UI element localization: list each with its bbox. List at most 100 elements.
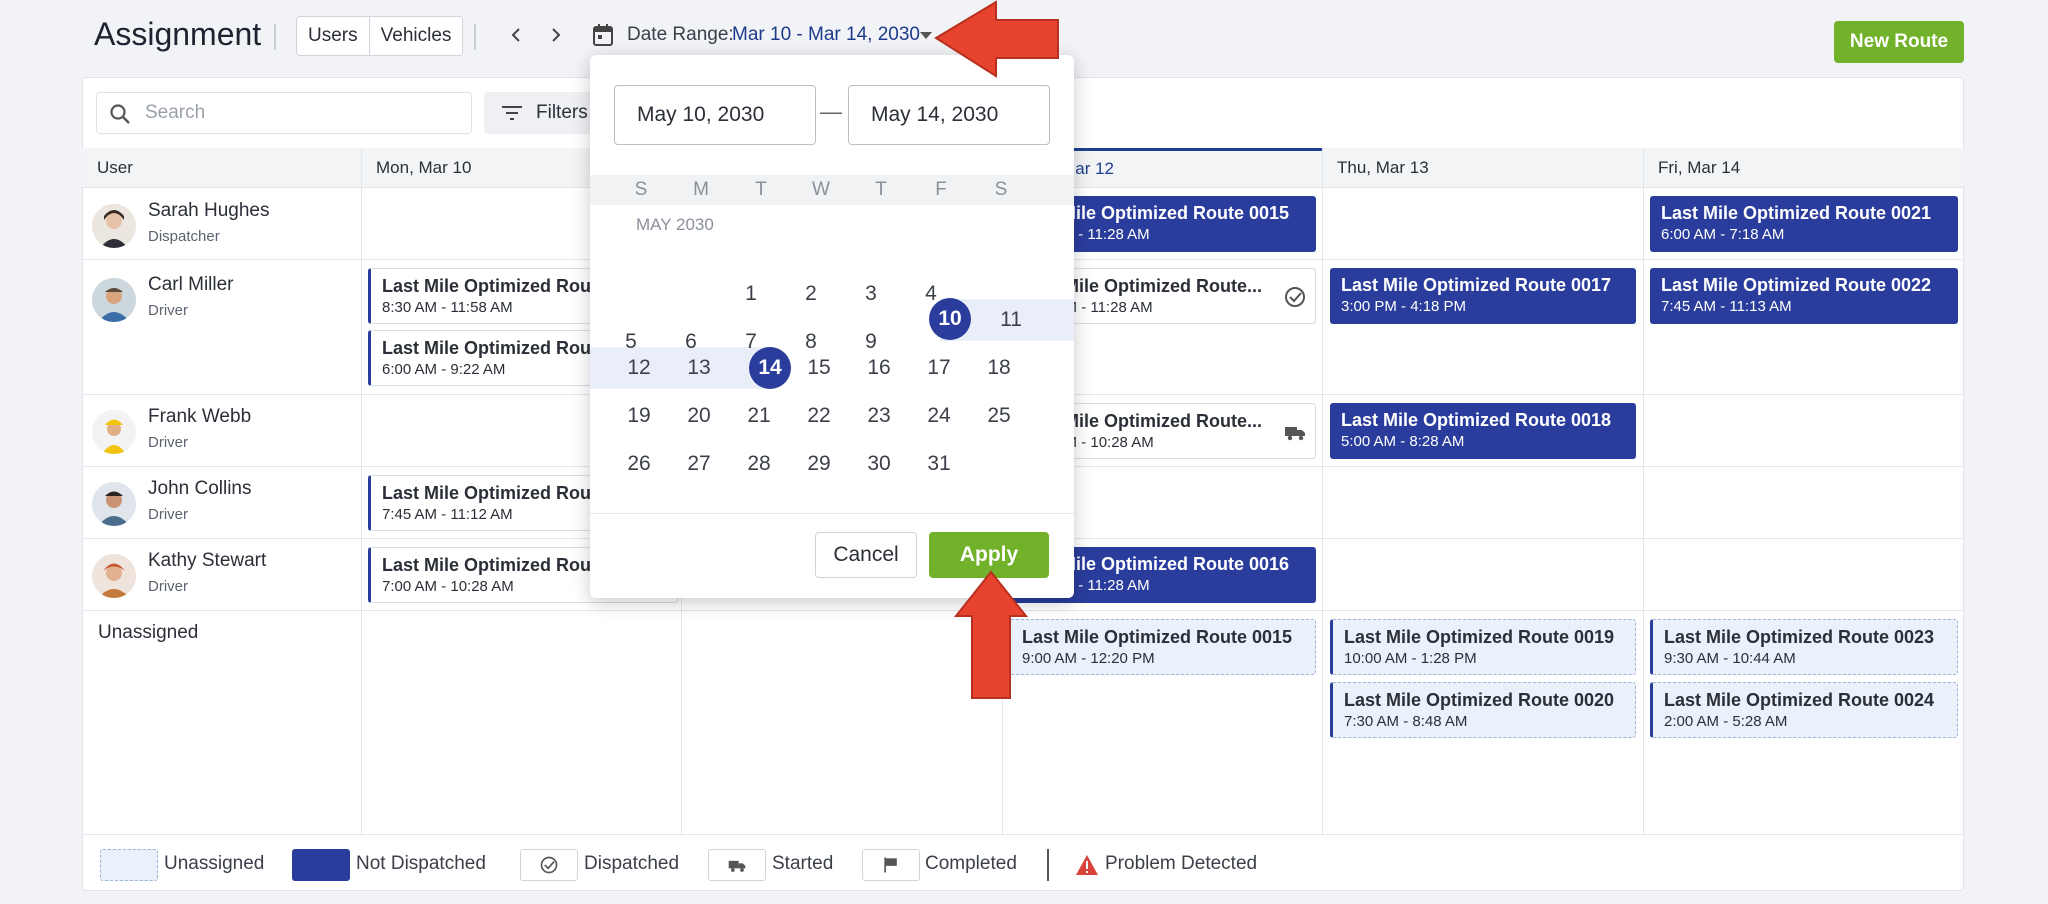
start-date-input[interactable]: May 10, 2030 xyxy=(614,85,816,145)
route-card[interactable]: Last Mile Optimized Route 0019 10:00 AM -… xyxy=(1330,619,1636,675)
unassigned-row-label: Unassigned xyxy=(98,622,199,643)
truck-icon xyxy=(728,860,746,872)
calendar-day[interactable]: 29 xyxy=(797,442,841,486)
calendar-day[interactable]: 31 xyxy=(917,442,961,486)
legend-divider xyxy=(1047,849,1049,881)
legend-label: Completed xyxy=(925,853,1017,874)
status-legend: Unassigned Not Dispatched Dispatched Sta… xyxy=(82,834,1964,890)
legend-swatch-started xyxy=(708,849,766,881)
legend-label: Dispatched xyxy=(584,853,680,874)
calendar-day[interactable]: 11 xyxy=(989,298,1033,342)
cancel-button[interactable]: Cancel xyxy=(815,532,917,578)
calendar-day[interactable]: 2 xyxy=(789,272,833,316)
calendar-day[interactable]: 25 xyxy=(977,394,1021,438)
legend-swatch-dispatched xyxy=(520,849,578,881)
calendar-day[interactable]: 26 xyxy=(617,442,661,486)
weekday-label: M xyxy=(693,179,709,200)
column-divider xyxy=(1322,148,1323,834)
legend-swatch-not-dispatched xyxy=(292,849,350,881)
divider xyxy=(274,24,276,50)
user-row-john-collins[interactable]: John Collins Driver xyxy=(92,478,352,534)
search-icon xyxy=(110,104,130,124)
legend-label: Started xyxy=(772,853,834,874)
calendar-day[interactable]: 12 xyxy=(617,346,661,390)
calendar-day[interactable]: 27 xyxy=(677,442,721,486)
calendar-day[interactable]: 21 xyxy=(737,394,781,438)
route-card[interactable]: Last Mile Optimized Route 0015 9:00 AM - … xyxy=(1008,619,1316,675)
calendar-day[interactable]: 18 xyxy=(977,346,1021,390)
legend-label: Unassigned xyxy=(164,853,265,874)
user-row-carl-miller[interactable]: Carl Miller Driver xyxy=(92,274,352,330)
warning-icon xyxy=(1076,855,1098,875)
route-card[interactable]: Last Mile Optimized Route 0018 5:00 AM - … xyxy=(1330,403,1636,459)
calendar-day[interactable]: 24 xyxy=(917,394,961,438)
user-row-kathy-stewart[interactable]: Kathy Stewart Driver xyxy=(92,550,352,606)
next-week-button[interactable] xyxy=(544,22,568,50)
user-row-sarah-hughes[interactable]: Sarah Hughes Dispatcher xyxy=(92,200,352,256)
filters-button[interactable]: Filters xyxy=(484,92,604,134)
user-name: John Collins xyxy=(148,478,252,499)
route-card[interactable]: Last Mile Optimized Route 0024 2:00 AM - … xyxy=(1650,682,1958,738)
calendar-day[interactable]: 15 xyxy=(797,346,841,390)
popup-divider xyxy=(590,513,1074,514)
avatar xyxy=(92,278,136,322)
filter-icon xyxy=(502,106,522,120)
check-circle-icon xyxy=(540,856,558,874)
search-box[interactable] xyxy=(96,92,472,134)
chevron-left-icon xyxy=(511,28,520,42)
user-name: Carl Miller xyxy=(148,274,234,295)
divider xyxy=(474,24,476,50)
filters-label: Filters xyxy=(536,102,588,123)
calendar-icon[interactable] xyxy=(592,23,614,47)
prev-week-button[interactable] xyxy=(504,22,528,50)
calendar-day[interactable]: 1 xyxy=(729,272,773,316)
calendar-day[interactable]: 20 xyxy=(677,394,721,438)
users-toggle-button[interactable]: Users xyxy=(297,17,370,55)
calendar-day-selected-end[interactable]: 14 xyxy=(749,347,791,389)
vehicles-toggle-button[interactable]: Vehicles xyxy=(370,17,463,55)
route-card[interactable]: Last Mile Optimized Route 0017 3:00 PM - … xyxy=(1330,268,1636,324)
calendar-day[interactable]: 13 xyxy=(677,346,721,390)
end-date-input[interactable]: May 14, 2030 xyxy=(848,85,1050,145)
route-card[interactable]: Last Mile Optimized Route 0022 7:45 AM - … xyxy=(1650,268,1958,324)
user-role: Driver xyxy=(148,302,188,319)
route-card[interactable]: Last Mile Optimized Route 0021 6:00 AM - … xyxy=(1650,196,1958,252)
column-header-thu: Thu, Mar 13 xyxy=(1322,148,1643,188)
user-name: Kathy Stewart xyxy=(148,550,267,571)
column-divider xyxy=(361,148,362,834)
route-card[interactable]: Last Mile Optimized Route 0020 7:30 AM - … xyxy=(1330,682,1636,738)
calendar-day[interactable]: 28 xyxy=(737,442,781,486)
page-title: Assignment xyxy=(94,16,262,52)
calendar-day-selected-start[interactable]: 10 xyxy=(929,298,971,340)
avatar xyxy=(92,410,136,454)
calendar-day[interactable]: 17 xyxy=(917,346,961,390)
user-row-frank-webb[interactable]: Frank Webb Driver xyxy=(92,406,352,462)
date-range-label: Date Range: xyxy=(627,24,734,45)
month-label: MAY 2030 xyxy=(636,215,714,234)
date-range-picker: May 10, 2030 — May 14, 2030 S M T W T F … xyxy=(590,55,1074,598)
column-header-fri: Fri, Mar 14 xyxy=(1643,148,1964,188)
legend-swatch-completed xyxy=(862,849,920,881)
annotation-arrow-up-icon xyxy=(953,570,1029,699)
date-range-value[interactable]: Mar 10 - Mar 14, 2030 xyxy=(732,24,920,46)
user-name: Sarah Hughes xyxy=(148,200,270,221)
flag-icon xyxy=(884,857,897,873)
chevron-right-icon xyxy=(552,28,561,42)
search-input[interactable] xyxy=(145,93,445,133)
check-circle-icon xyxy=(1285,287,1305,307)
calendar-day[interactable]: 22 xyxy=(797,394,841,438)
user-role: Driver xyxy=(148,434,188,451)
user-role: Driver xyxy=(148,578,188,595)
column-header-user: User xyxy=(82,148,361,188)
avatar xyxy=(92,204,136,248)
calendar-day[interactable]: 19 xyxy=(617,394,661,438)
new-route-button[interactable]: New Route xyxy=(1834,21,1964,63)
weekday-header: S M T W T F S xyxy=(590,175,1074,205)
legend-swatch-unassigned xyxy=(100,849,158,881)
calendar-day[interactable]: 16 xyxy=(857,346,901,390)
route-card[interactable]: Last Mile Optimized Route 0023 9:30 AM - … xyxy=(1650,619,1958,675)
view-toggle: Users Vehicles xyxy=(296,16,464,56)
calendar-day[interactable]: 23 xyxy=(857,394,901,438)
calendar-day[interactable]: 30 xyxy=(857,442,901,486)
calendar-day[interactable]: 3 xyxy=(849,272,893,316)
